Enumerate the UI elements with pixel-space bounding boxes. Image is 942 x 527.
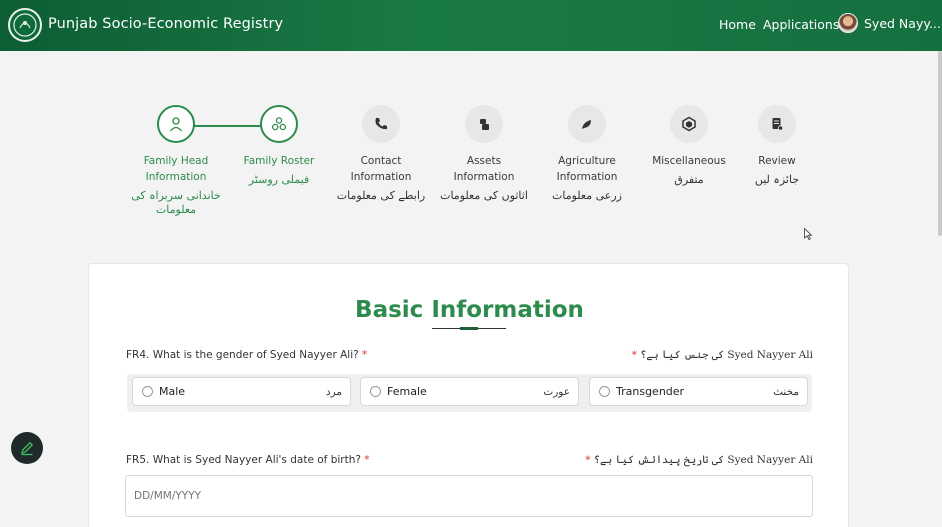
gender-option-female[interactable]: Female عورت [360,377,579,406]
step-circle [465,105,503,143]
emblem-icon [13,13,37,37]
step-label-urdu: خاندانی سربراہ کی معلومات [131,189,221,216]
step-agriculture[interactable]: Agriculture Information زرعی معلومات [542,105,632,203]
step-label-urdu: رابطے کی معلومات [336,189,426,202]
gender-question-urdu: Syed Nayyer Ali کی جنس کیا ہے؟ * [631,349,813,361]
user-name: Syed Nayy... [864,15,941,31]
option-label: Female [387,385,427,398]
mouse-cursor-icon [804,228,812,240]
gender-question-label: FR4. What is the gender of Syed Nayyer A… [126,349,368,361]
form-stepper: Family Head Information خاندانی سربراہ ک… [0,105,942,235]
step-label: Contact Information [350,155,412,183]
punjab-logo[interactable] [8,8,42,42]
step-label: Miscellaneous [652,155,726,167]
step-label: Agriculture Information [556,155,618,183]
step-circle [670,105,708,143]
step-circle [260,105,298,143]
option-label: Transgender [616,385,685,398]
assets-icon [480,119,489,130]
agriculture-icon [582,120,591,129]
step-label-urdu: جائزہ لیں [754,173,800,186]
nav-applications-link[interactable]: Applications [763,17,839,32]
basic-information-card: Basic Information FR4. What is the gende… [88,263,849,527]
step-label-urdu: اثاثوں کی معلومات [440,189,528,202]
step-family-roster[interactable]: Family Roster فیملی روسٹر [234,105,324,187]
edit-fab-button[interactable] [11,432,43,464]
step-circle [362,105,400,143]
option-label-urdu: مخنث [773,385,799,398]
step-label: Family Head Information [143,155,209,183]
step-contact[interactable]: Contact Information رابطے کی معلومات [336,105,426,203]
dob-input[interactable] [125,475,813,517]
radio-button[interactable] [599,386,610,397]
step-review[interactable]: Review جائزہ لیں [732,105,822,187]
option-label-urdu: عورت [543,385,570,398]
option-label-urdu: مرد [325,385,342,398]
dob-question-urdu: Syed Nayyer Ali کی تاریخ پیدائش کیا ہے؟ … [585,454,813,466]
group-icon [271,117,287,131]
top-navbar: Punjab Socio-Economic Registry Home Appl… [0,0,942,51]
radio-button[interactable] [142,386,153,397]
option-label: Male [159,385,186,398]
step-circle [758,105,796,143]
document-icon [772,118,784,131]
title-divider-accent [460,327,478,330]
avatar [838,13,858,33]
app-title: Punjab Socio-Economic Registry [48,16,284,32]
gender-option-male[interactable]: Male مرد [132,377,351,406]
step-label: Family Roster [243,155,315,167]
phone-icon [375,118,387,130]
step-miscellaneous[interactable]: Miscellaneous متفرق [644,105,734,187]
step-label: Review [758,155,796,167]
step-family-head[interactable]: Family Head Information خاندانی سربراہ ک… [131,105,221,217]
pencil-icon [21,441,34,456]
step-circle [157,105,195,143]
user-icon [169,117,183,132]
user-menu[interactable]: Syed Nayy... ▼ [838,13,942,33]
step-label-urdu: زرعی معلومات [552,189,622,202]
gender-option-transgender[interactable]: Transgender مخنث [589,377,808,406]
radio-button[interactable] [370,386,381,397]
step-label-urdu: فیملی روسٹر [248,173,310,186]
step-assets[interactable]: Assets Information اثاثوں کی معلومات [439,105,529,203]
dob-question-label: FR5. What is Syed Nayyer Ali's date of b… [126,454,370,466]
step-circle [568,105,606,143]
nav-home-link[interactable]: Home [719,17,756,32]
step-label-urdu: متفرق [674,173,704,186]
gender-radio-group: Male مرد Female عورت Transgender مخنث [127,374,812,412]
section-title: Basic Information [355,297,584,323]
step-label: Assets Information [453,155,515,183]
box-icon [682,116,696,132]
